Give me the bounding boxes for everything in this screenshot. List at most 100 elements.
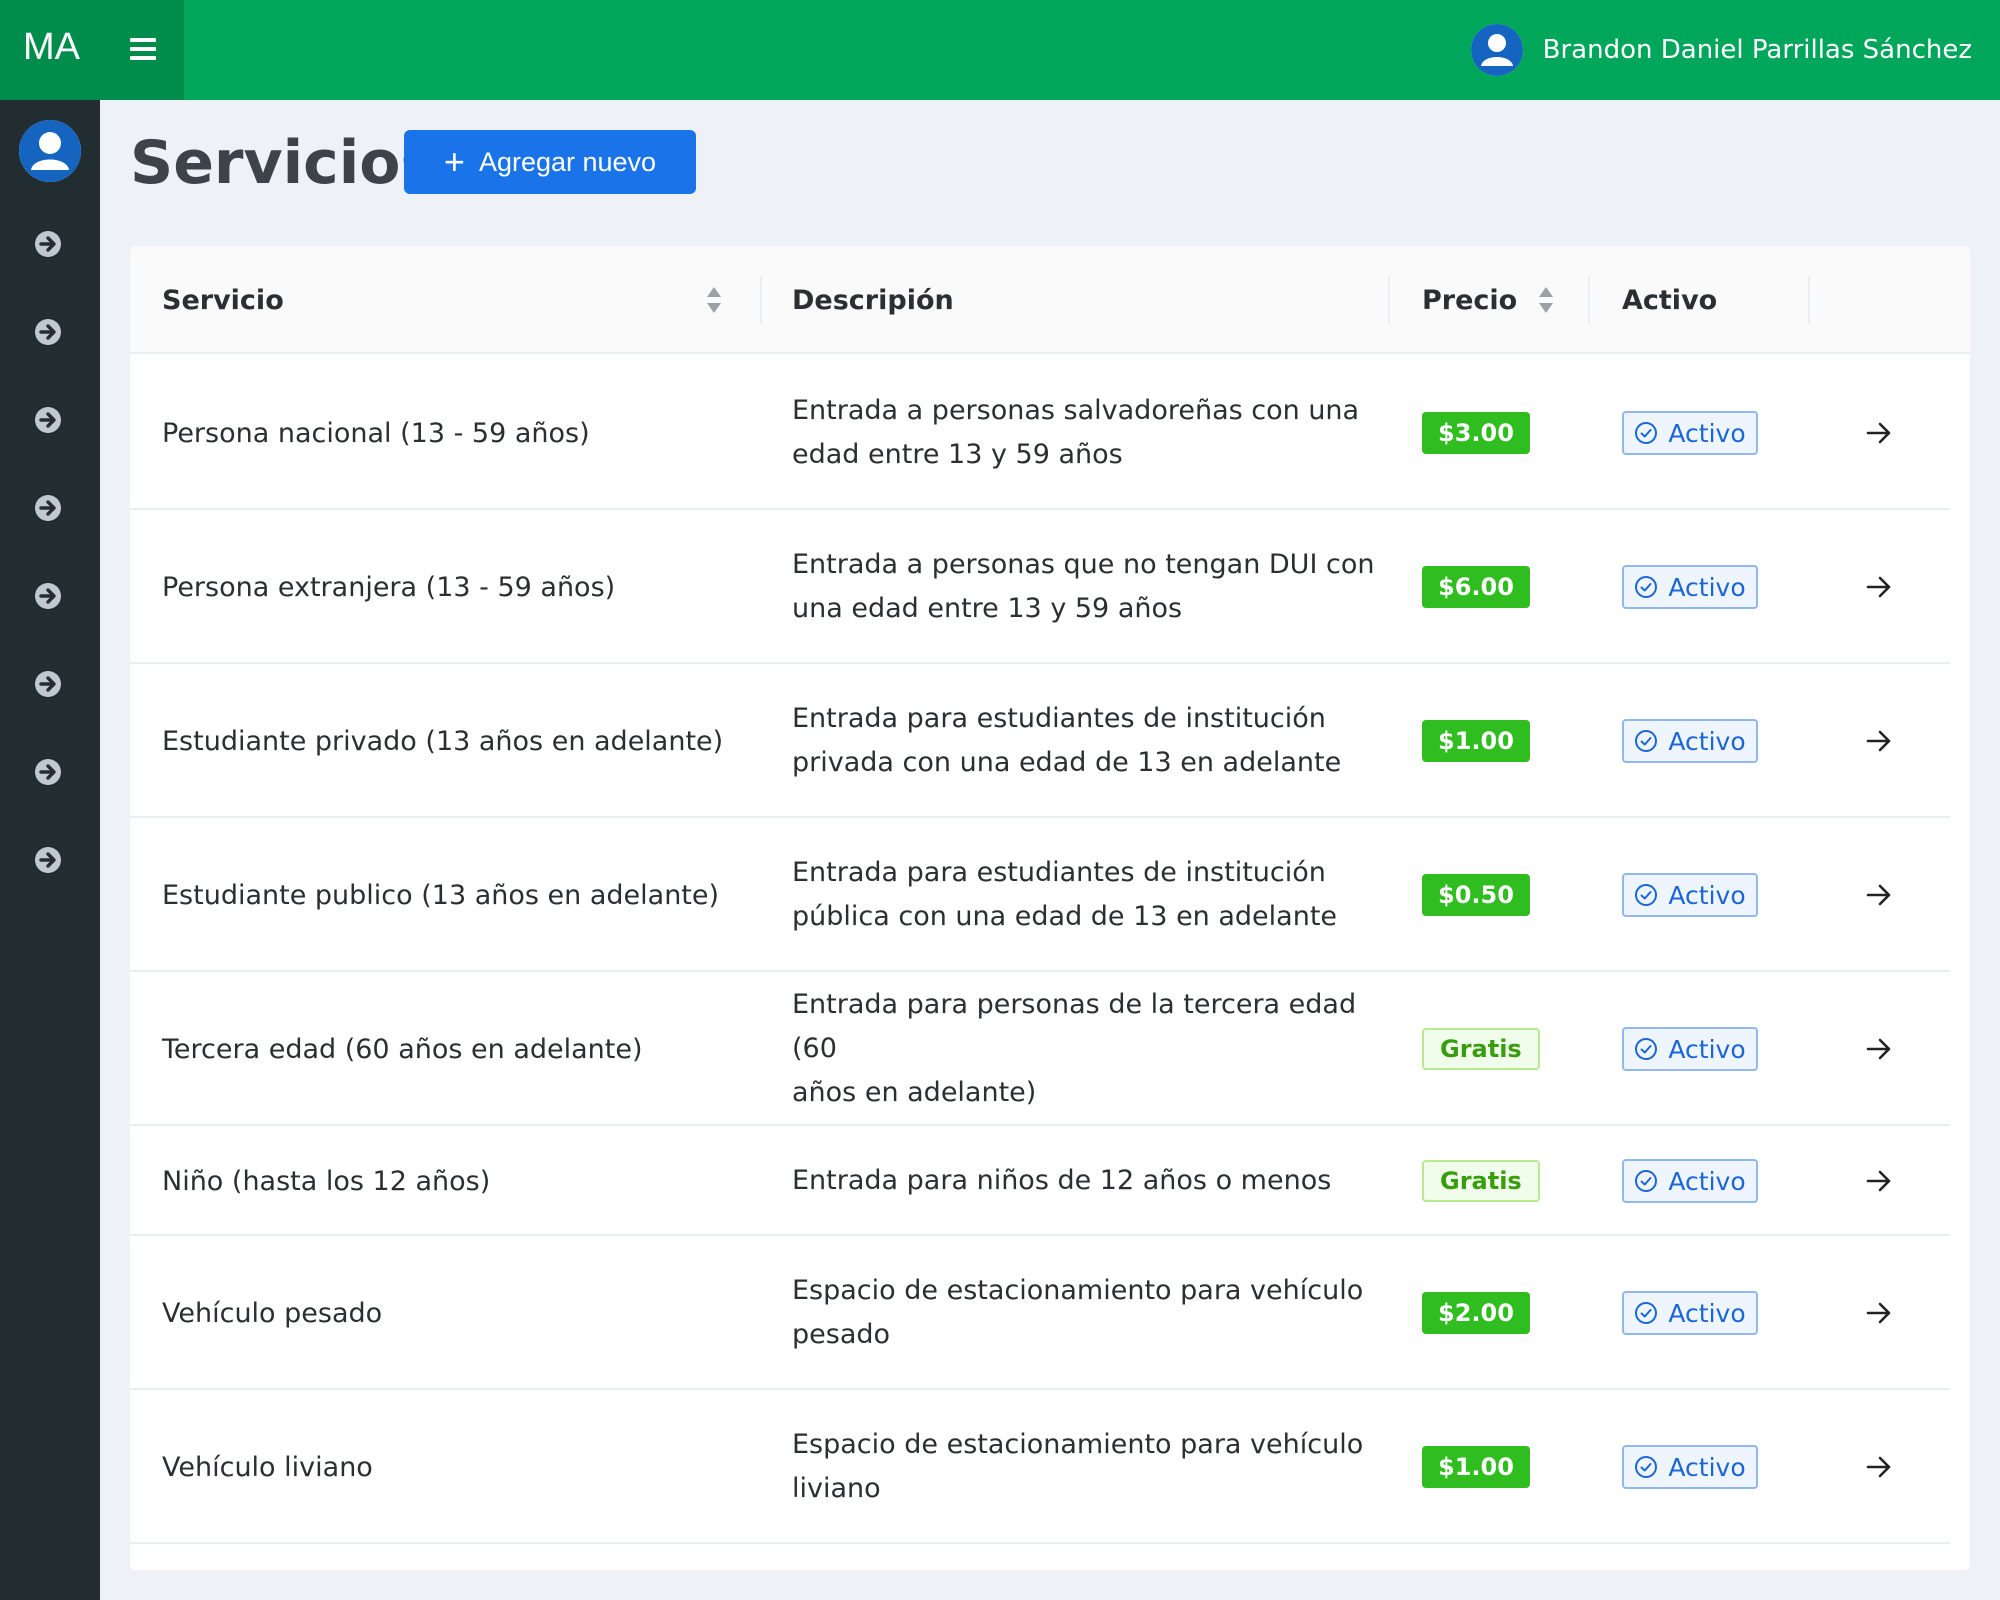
cell-servicio: Niño (hasta los 12 años) bbox=[162, 1165, 491, 1197]
check-circle-icon bbox=[1635, 1038, 1658, 1060]
cell-servicio: Estudiante privado (13 años en adelante) bbox=[162, 725, 724, 757]
check-circle-icon bbox=[1635, 422, 1658, 444]
price-badge: $0.50 bbox=[1422, 874, 1530, 916]
status-tag-activo[interactable]: Activo bbox=[1622, 1027, 1758, 1071]
cell-servicio: Tercera edad (60 años en adelante) bbox=[162, 1033, 643, 1065]
check-circle-icon bbox=[1635, 1456, 1658, 1478]
cell-servicio: Persona nacional (13 - 59 años) bbox=[162, 417, 590, 449]
description-line: liviano bbox=[792, 1473, 881, 1504]
table-row[interactable]: Estudiante publico (13 años en adelante)… bbox=[130, 818, 1950, 972]
services-table: Servicio Descripión Precio Activo Person… bbox=[130, 246, 1970, 1570]
cell-descripcion: Entrada para niños de 12 años o menos bbox=[792, 1126, 1382, 1236]
description-line: Entrada a personas salvadoreñas con una bbox=[792, 395, 1360, 426]
brand-logo[interactable]: MA bbox=[0, 0, 184, 100]
arrow-circle-right-icon[interactable] bbox=[34, 230, 62, 258]
arrow-circle-right-icon[interactable] bbox=[34, 846, 62, 874]
cell-descripcion: Entrada para estudiantes de institución p… bbox=[792, 818, 1382, 972]
price-badge: $3.00 bbox=[1422, 412, 1530, 454]
cell-servicio: Persona extranjera (13 - 59 años) bbox=[162, 571, 616, 603]
header-divider bbox=[760, 276, 762, 324]
cell-servicio: Vehículo liviano bbox=[162, 1451, 373, 1483]
check-circle-icon bbox=[1635, 1170, 1658, 1192]
description-line: Entrada para personas de la tercera edad… bbox=[792, 989, 1357, 1064]
table-row[interactable]: Vehículo pesado Espacio de estacionamient… bbox=[130, 1236, 1950, 1390]
status-label: Activo bbox=[1668, 880, 1746, 910]
description-line: Espacio de estacionamiento para vehículo bbox=[792, 1275, 1364, 1306]
header-divider bbox=[1808, 276, 1810, 324]
price-badge: $2.00 bbox=[1422, 1292, 1530, 1334]
description-line: edad entre 13 y 59 años bbox=[792, 439, 1123, 470]
cell-descripcion: Entrada a personas que no tengan DUI con… bbox=[792, 510, 1382, 664]
description-line: una edad entre 13 y 59 años bbox=[792, 593, 1183, 624]
header-divider bbox=[1388, 276, 1390, 324]
plus-icon: + bbox=[443, 141, 465, 182]
arrow-circle-right-icon[interactable] bbox=[34, 582, 62, 610]
description-line: años en adelante) bbox=[792, 1077, 1037, 1108]
sidebar bbox=[0, 100, 100, 1600]
arrow-right-icon[interactable] bbox=[1864, 1452, 1894, 1482]
arrow-circle-right-icon[interactable] bbox=[34, 494, 62, 522]
header-precio[interactable]: Precio bbox=[1422, 246, 1517, 354]
sort-servicio-icon[interactable] bbox=[705, 285, 723, 315]
brand-text: MA bbox=[23, 26, 80, 68]
table-header: Servicio Descripión Precio Activo bbox=[130, 246, 1970, 354]
arrow-right-icon[interactable] bbox=[1864, 572, 1894, 602]
arrow-right-icon[interactable] bbox=[1864, 1166, 1894, 1196]
status-tag-activo[interactable]: Activo bbox=[1622, 719, 1758, 763]
description-line: Entrada a personas que no tengan DUI con bbox=[792, 549, 1375, 580]
user-menu[interactable]: Brandon Daniel Parrillas Sánchez bbox=[1470, 24, 1972, 76]
check-circle-icon bbox=[1635, 884, 1658, 906]
cell-servicio: Vehículo pesado bbox=[162, 1297, 383, 1329]
status-label: Activo bbox=[1668, 1452, 1746, 1482]
header-descripcion: Descripión bbox=[792, 284, 954, 316]
description-line: pesado bbox=[792, 1319, 891, 1350]
description-line: Entrada para estudiantes de institución bbox=[792, 703, 1326, 734]
table-row[interactable]: Niño (hasta los 12 años) Entrada para niñ… bbox=[130, 1126, 1950, 1236]
header-servicio[interactable]: Servicio bbox=[162, 246, 284, 354]
arrow-right-icon[interactable] bbox=[1864, 726, 1894, 756]
table-row[interactable]: Tercera edad (60 años en adelante) Entrad… bbox=[130, 972, 1950, 1126]
status-tag-activo[interactable]: Activo bbox=[1622, 1291, 1758, 1335]
add-new-label: Agregar nuevo bbox=[478, 146, 657, 177]
description-line: pública con una edad de 13 en adelante bbox=[792, 901, 1338, 932]
cell-descripcion: Entrada a personas salvadoreñas con una e… bbox=[792, 356, 1382, 510]
description-line: privada con una edad de 13 en adelante bbox=[792, 747, 1342, 778]
cell-descripcion: Espacio de estacionamiento para vehículo… bbox=[792, 1390, 1382, 1544]
table-row[interactable]: Persona nacional (13 - 59 años) Entrada a… bbox=[130, 356, 1950, 510]
price-badge: Gratis bbox=[1422, 1028, 1540, 1070]
status-tag-activo[interactable]: Activo bbox=[1622, 1159, 1758, 1203]
price-badge: Gratis bbox=[1422, 1160, 1540, 1202]
status-label: Activo bbox=[1668, 726, 1746, 756]
header-divider bbox=[1588, 276, 1590, 324]
arrow-circle-right-icon[interactable] bbox=[34, 318, 62, 346]
check-circle-icon bbox=[1635, 576, 1658, 598]
arrow-right-icon[interactable] bbox=[1864, 1034, 1894, 1064]
arrow-circle-right-icon[interactable] bbox=[34, 406, 62, 434]
status-label: Activo bbox=[1668, 1034, 1746, 1064]
sort-precio-icon[interactable] bbox=[1537, 285, 1555, 315]
page-title: Servicios bbox=[130, 128, 437, 198]
table-row[interactable]: Persona extranjera (13 - 59 años) Entrada… bbox=[130, 510, 1950, 664]
arrow-circle-right-icon[interactable] bbox=[34, 758, 62, 786]
user-name: Brandon Daniel Parrillas Sánchez bbox=[1542, 35, 1972, 65]
status-tag-activo[interactable]: Activo bbox=[1622, 1445, 1758, 1489]
status-tag-activo[interactable]: Activo bbox=[1622, 411, 1758, 455]
status-label: Activo bbox=[1668, 572, 1746, 602]
hamburger-menu-icon[interactable] bbox=[130, 38, 156, 60]
arrow-right-icon[interactable] bbox=[1864, 418, 1894, 448]
add-new-button[interactable]: + Agregar nuevo bbox=[404, 130, 696, 194]
status-label: Activo bbox=[1668, 1166, 1746, 1196]
check-circle-icon bbox=[1635, 730, 1658, 752]
header-activo: Activo bbox=[1622, 284, 1718, 316]
cell-descripcion: Entrada para estudiantes de institución p… bbox=[792, 664, 1382, 818]
cell-descripcion: Espacio de estacionamiento para vehículo… bbox=[792, 1236, 1382, 1390]
table-row[interactable]: Vehículo liviano Espacio de estacionamien… bbox=[130, 1390, 1950, 1544]
top-navbar: MA Brandon Daniel Parrillas Sánchez bbox=[0, 0, 2000, 100]
arrow-right-icon[interactable] bbox=[1864, 1298, 1894, 1328]
arrow-right-icon[interactable] bbox=[1864, 880, 1894, 910]
status-tag-activo[interactable]: Activo bbox=[1622, 873, 1758, 917]
sidebar-avatar-icon[interactable] bbox=[19, 120, 81, 182]
status-tag-activo[interactable]: Activo bbox=[1622, 565, 1758, 609]
arrow-circle-right-icon[interactable] bbox=[34, 670, 62, 698]
table-row[interactable]: Estudiante privado (13 años en adelante)… bbox=[130, 664, 1950, 818]
